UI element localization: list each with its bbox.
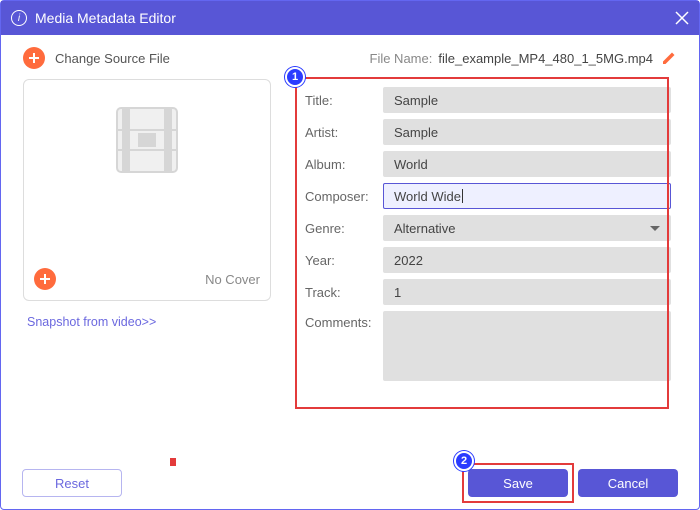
- genre-select[interactable]: Alternative: [383, 215, 671, 241]
- title-input[interactable]: [383, 87, 671, 113]
- title-bar: i Media Metadata Editor: [1, 1, 699, 35]
- composer-input[interactable]: World Wide: [383, 183, 671, 209]
- comments-label: Comments:: [305, 311, 383, 330]
- composer-label: Composer:: [305, 189, 383, 204]
- year-label: Year:: [305, 253, 383, 268]
- track-label: Track:: [305, 285, 383, 300]
- annotation-badge-2: 2: [454, 451, 474, 471]
- title-label: Title:: [305, 93, 383, 108]
- content-area: No Cover Snapshot from video>> 1 Title: …: [1, 79, 699, 389]
- window-title: Media Metadata Editor: [35, 10, 176, 26]
- header-row: Change Source File File Name: file_examp…: [1, 35, 699, 79]
- edit-filename-icon[interactable]: [661, 50, 677, 66]
- text-cursor: [462, 189, 463, 203]
- composer-value: World Wide: [394, 189, 461, 204]
- form-column: 1 Title: Artist: Album: Composer: World …: [299, 79, 677, 389]
- artist-label: Artist:: [305, 125, 383, 140]
- metadata-form: Title: Artist: Album: Composer: World Wi…: [299, 79, 677, 389]
- change-source-file-button[interactable]: [23, 47, 45, 69]
- cancel-button[interactable]: Cancel: [578, 469, 678, 497]
- info-icon: i: [11, 10, 27, 26]
- album-input[interactable]: [383, 151, 671, 177]
- change-source-file-label: Change Source File: [55, 51, 170, 66]
- file-name-value: file_example_MP4_480_1_5MG.mp4: [438, 51, 653, 66]
- red-marker: [170, 458, 176, 466]
- snapshot-from-video-link[interactable]: Snapshot from video>>: [27, 315, 271, 329]
- file-name-label: File Name:: [370, 51, 433, 66]
- track-input[interactable]: [383, 279, 671, 305]
- cover-column: No Cover Snapshot from video>>: [23, 79, 271, 389]
- close-icon[interactable]: [675, 11, 689, 25]
- cover-preview-box: No Cover: [23, 79, 271, 301]
- reset-button[interactable]: Reset: [22, 469, 122, 497]
- footer: Reset 2 Save Cancel: [0, 456, 700, 510]
- album-label: Album:: [305, 157, 383, 172]
- genre-label: Genre:: [305, 221, 383, 236]
- genre-value: Alternative: [394, 221, 455, 236]
- add-cover-button[interactable]: [34, 268, 56, 290]
- comments-textarea[interactable]: [383, 311, 671, 381]
- save-button[interactable]: Save: [468, 469, 568, 497]
- year-input[interactable]: [383, 247, 671, 273]
- video-placeholder-icon: [103, 100, 191, 180]
- no-cover-label: No Cover: [205, 272, 260, 287]
- chevron-down-icon: [650, 226, 660, 231]
- artist-input[interactable]: [383, 119, 671, 145]
